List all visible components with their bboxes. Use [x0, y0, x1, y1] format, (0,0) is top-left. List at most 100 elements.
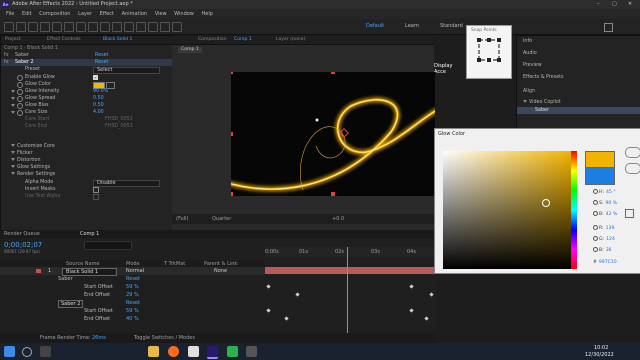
minimize-button[interactable]: – — [597, 1, 600, 7]
timeline-search-input[interactable] — [84, 241, 132, 250]
comp-breadcrumb[interactable]: Comp 1 — [178, 47, 202, 53]
shape-tool-icon[interactable] — [88, 22, 98, 32]
menu-composition[interactable]: Composition — [39, 9, 70, 19]
saturation-value[interactable]: 90 % — [605, 201, 617, 206]
menu-layer[interactable]: Layer — [78, 9, 92, 19]
effect-controls-layer-name[interactable]: Black Solid 1 — [103, 37, 132, 43]
toggle-switches-modes[interactable]: Toggle Switches / Modes — [134, 335, 195, 341]
menu-file[interactable]: File — [6, 9, 14, 19]
tab-composition[interactable]: Composition — [198, 37, 227, 43]
red-value[interactable]: 139 — [606, 226, 615, 231]
zoom-dropdown[interactable]: (Full) — [176, 216, 188, 222]
workspace-default[interactable]: Default — [366, 23, 384, 29]
keyframe[interactable] — [295, 292, 300, 297]
green-radio[interactable] — [593, 236, 598, 241]
puppet-tool-icon[interactable] — [172, 22, 182, 32]
brightness-radio[interactable] — [593, 211, 598, 216]
fx-saber-reset[interactable]: Reset — [95, 52, 108, 59]
blue-radio[interactable] — [593, 247, 598, 252]
menu-animation[interactable]: Animation — [122, 9, 148, 19]
saturation-radio[interactable] — [593, 200, 598, 205]
tl-start-offset-value[interactable]: 59 % — [126, 283, 139, 291]
hue-slider[interactable] — [571, 151, 577, 269]
use-text-alpha-checkbox[interactable] — [93, 194, 99, 200]
tab-project[interactable]: Project — [5, 37, 21, 43]
panel-audio[interactable]: Audio — [517, 50, 640, 57]
hue-radio[interactable] — [593, 189, 598, 194]
clone-tool-icon[interactable] — [136, 22, 146, 32]
hex-value[interactable]: 997C10 — [599, 260, 617, 265]
green-app-icon[interactable] — [227, 346, 238, 357]
timecode-display[interactable]: 0;00;02;07 — [4, 241, 42, 249]
workspace-standard[interactable]: Standard — [440, 23, 463, 29]
search-icon[interactable] — [22, 347, 32, 357]
layer-duration-bar[interactable] — [265, 267, 436, 274]
time-ruler[interactable]: 0;00s 01s 02s 03s 04s — [265, 247, 436, 257]
menu-view[interactable]: View — [155, 9, 167, 19]
hand-tool-icon[interactable] — [28, 22, 38, 32]
firefox-icon[interactable] — [168, 346, 179, 357]
tab-render-queue[interactable]: Render Queue — [4, 231, 40, 237]
group-render-settings[interactable]: Render Settings — [1, 171, 173, 178]
menu-window[interactable]: Window — [174, 9, 194, 19]
resolution-dropdown[interactable]: Quarter — [212, 216, 231, 222]
panel-preview[interactable]: Preview — [517, 62, 640, 69]
keyframe[interactable] — [424, 316, 429, 321]
keyframe[interactable] — [429, 292, 434, 297]
red-radio[interactable] — [593, 225, 598, 230]
type-tool-icon[interactable] — [112, 22, 122, 32]
cancel-button[interactable] — [625, 163, 640, 174]
layer-label-color[interactable] — [36, 269, 41, 273]
fx-saber2-row[interactable]: fx Saber 2 Reset — [1, 59, 173, 66]
menu-edit[interactable]: Edit — [22, 9, 32, 19]
tl-saber2-reset[interactable]: Reset — [126, 299, 140, 307]
after-effects-taskbar-icon[interactable] — [207, 346, 218, 359]
keyframe[interactable] — [284, 316, 289, 321]
eraser-tool-icon[interactable] — [148, 22, 158, 32]
color-picker-circle[interactable] — [542, 199, 550, 207]
panel-effects-presets[interactable]: Effects & Presets — [517, 74, 640, 81]
zoom-tool-icon[interactable] — [40, 22, 50, 32]
fx-saber-row[interactable]: fx Saber Reset — [1, 52, 173, 59]
windows-start-icon[interactable] — [4, 346, 15, 357]
comp-canvas[interactable] — [231, 72, 435, 196]
group-flicker[interactable]: Flicker — [1, 150, 173, 157]
tl-start-offset2-value[interactable]: 59 % — [126, 307, 139, 315]
tab-comp1[interactable]: Comp 1 — [234, 37, 252, 43]
blue-value[interactable]: 36 — [606, 248, 612, 253]
task-view-icon[interactable] — [40, 346, 51, 357]
menu-effect[interactable]: Effect — [100, 9, 114, 19]
saber-effect-item[interactable]: Saber — [517, 107, 640, 114]
rotate-tool-icon[interactable] — [52, 22, 62, 32]
group-customize-core[interactable]: Customize Core — [1, 143, 173, 150]
keyframe[interactable] — [409, 308, 414, 313]
enable-glow-checkbox[interactable]: ✓ — [93, 75, 98, 80]
menu-help[interactable]: Help — [201, 9, 212, 19]
tab-layer[interactable]: Layer (none) — [276, 37, 305, 43]
group-distortion[interactable]: Distortion — [1, 157, 173, 164]
pen-tool-icon[interactable] — [100, 22, 110, 32]
group-glow-settings[interactable]: Glow Settings — [1, 164, 173, 171]
hue-value[interactable]: 45 ° — [606, 190, 616, 195]
tl-end-offset-value[interactable]: 29 % — [126, 291, 139, 299]
video-copilot-folder[interactable]: Video Copilot — [517, 99, 640, 106]
core-size-value[interactable]: 4.00 — [93, 109, 104, 116]
chrome-icon[interactable] — [188, 346, 199, 357]
file-explorer-icon[interactable] — [148, 346, 159, 357]
current-time-indicator[interactable] — [347, 247, 348, 333]
workspace-learn[interactable]: Learn — [405, 23, 419, 29]
pan-behind-tool-icon[interactable] — [76, 22, 86, 32]
home-tool-icon[interactable] — [4, 22, 14, 32]
selection-tool-icon[interactable] — [16, 22, 26, 32]
clock-date[interactable]: 12/30/2022 — [585, 352, 614, 358]
layer-row[interactable]: 1 Black Solid 1 Normal None — [0, 267, 265, 276]
anchor-point-icon[interactable] — [339, 128, 349, 138]
panel-align[interactable]: Align — [517, 88, 640, 95]
keyframe[interactable] — [266, 308, 271, 313]
ok-button[interactable] — [625, 147, 640, 158]
layer-parent-dropdown[interactable]: None — [214, 267, 227, 275]
search-help-icon[interactable] — [604, 23, 613, 32]
eyedropper-icon[interactable] — [625, 209, 634, 218]
roto-tool-icon[interactable] — [160, 22, 170, 32]
tl-end-offset2-value[interactable]: 40 % — [126, 315, 139, 323]
